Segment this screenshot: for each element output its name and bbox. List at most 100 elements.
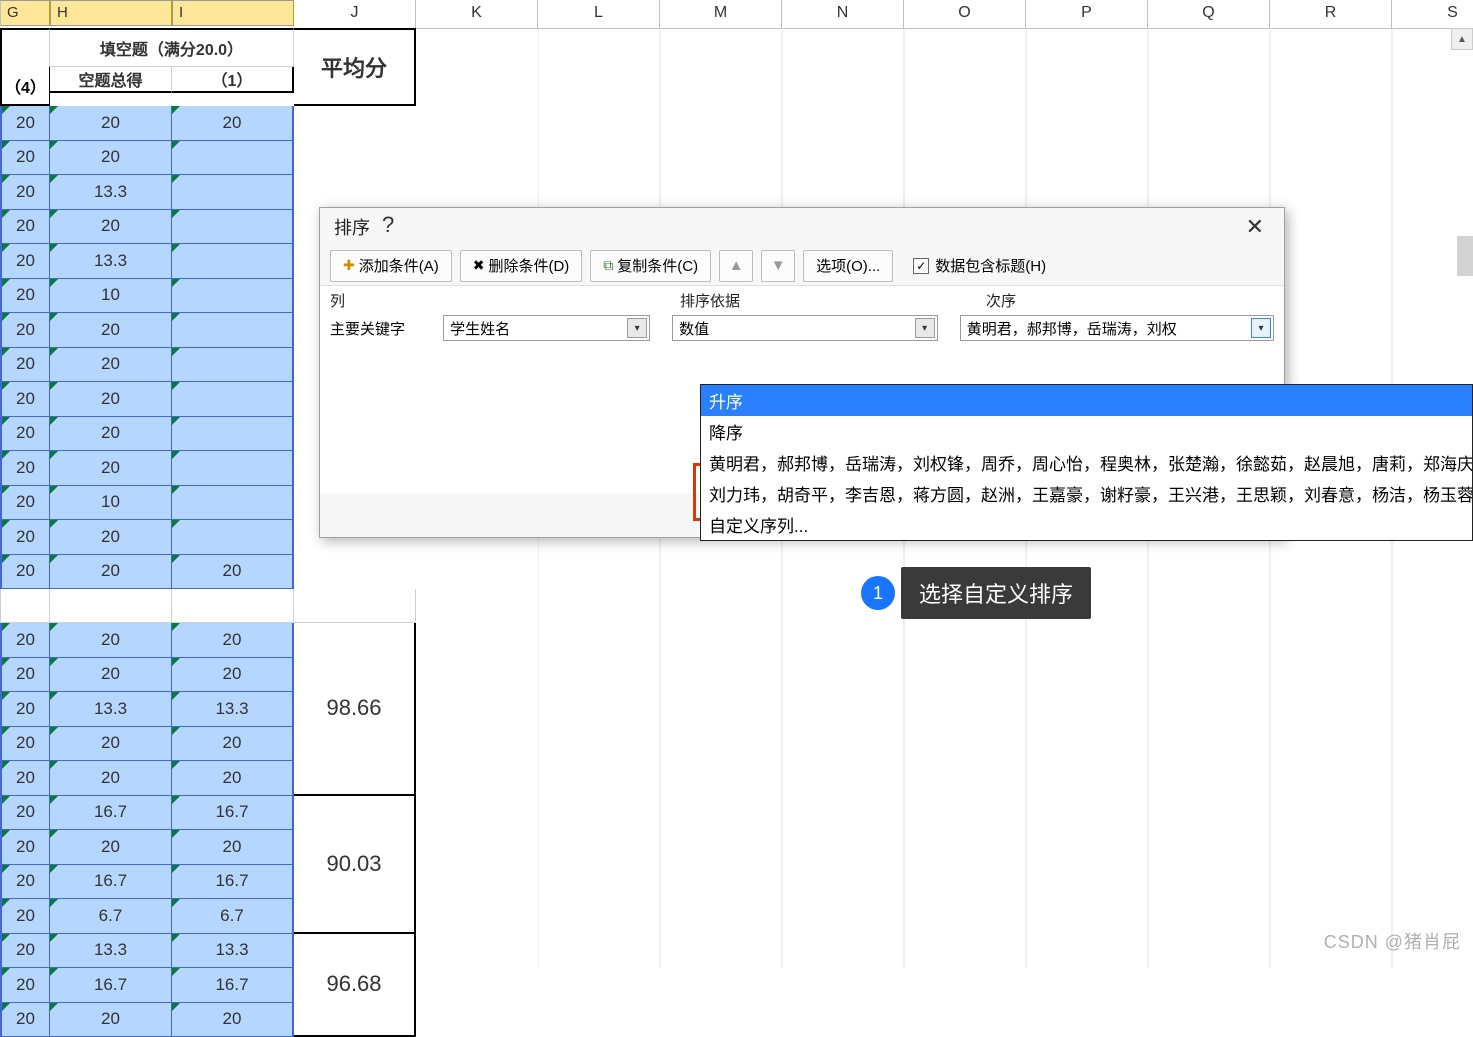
cell[interactable]: 20	[0, 968, 50, 1003]
col-header-l[interactable]: L	[538, 0, 660, 28]
cell[interactable]: 20	[172, 623, 294, 658]
cell[interactable]: 20	[50, 313, 172, 348]
cell[interactable]	[172, 520, 294, 555]
cell[interactable]: 13.3	[50, 692, 172, 727]
cell[interactable]: 20	[0, 830, 50, 865]
cell[interactable]: 16.7	[172, 865, 294, 900]
header-fill-title[interactable]: 填空题（满分20.0）	[50, 28, 294, 67]
cell[interactable]: 20	[172, 761, 294, 796]
cell[interactable]: 20	[50, 451, 172, 486]
cell[interactable]: 20	[0, 348, 50, 383]
cell[interactable]: 16.7	[172, 796, 294, 831]
cell[interactable]: 20	[172, 727, 294, 762]
cell[interactable]: 20	[0, 761, 50, 796]
cell[interactable]: 6.7	[50, 899, 172, 934]
cell[interactable]: 20	[50, 417, 172, 452]
cell[interactable]	[172, 348, 294, 383]
cell[interactable]: 20	[50, 623, 172, 658]
cell[interactable]: 13.3	[50, 934, 172, 969]
cell[interactable]: 20	[50, 761, 172, 796]
add-condition-button[interactable]: ✚添加条件(A)	[330, 250, 452, 282]
cell[interactable]: 20	[0, 692, 50, 727]
header-avg[interactable]: 平均分	[294, 28, 416, 106]
order-dropdown[interactable]: 升序 降序 黄明君，郝邦博，岳瑞涛，刘权锋，周乔，周心怡，程奥林，张楚瀚，徐懿茹…	[700, 384, 1473, 541]
cell[interactable]	[172, 451, 294, 486]
cell[interactable]	[172, 210, 294, 245]
cell[interactable]: 20	[172, 555, 294, 590]
avg-cell[interactable]: 90.03	[294, 796, 416, 934]
copy-condition-button[interactable]: ⧉复制条件(C)	[590, 250, 711, 282]
col-header-m[interactable]: M	[660, 0, 782, 28]
cell[interactable]: 13.3	[172, 934, 294, 969]
cell[interactable]	[172, 279, 294, 314]
cell[interactable]	[172, 141, 294, 176]
cell[interactable]: 10	[50, 279, 172, 314]
cell[interactable]: 20	[50, 658, 172, 693]
cell[interactable]: 20	[0, 106, 50, 141]
cell[interactable]: 20	[50, 520, 172, 555]
cell[interactable]: 20	[0, 486, 50, 521]
cell[interactable]: 13.3	[172, 692, 294, 727]
cell[interactable]: 20	[0, 555, 50, 590]
cell[interactable]	[172, 175, 294, 210]
cell[interactable]: 16.7	[172, 968, 294, 1003]
cell[interactable]: 20	[0, 382, 50, 417]
column-select[interactable]: 学生姓名▾	[443, 315, 650, 341]
cell[interactable]: 20	[0, 210, 50, 245]
cell[interactable]: 20	[0, 417, 50, 452]
col-header-k[interactable]: K	[416, 0, 538, 28]
dropdown-item-asc[interactable]: 升序	[701, 385, 1472, 416]
cell[interactable]: 20	[0, 520, 50, 555]
header-sub1[interactable]: 空题总得	[50, 67, 172, 93]
cell[interactable]: 16.7	[50, 796, 172, 831]
cell[interactable]	[172, 486, 294, 521]
cell[interactable]: 16.7	[50, 968, 172, 1003]
cell[interactable]: 20	[50, 1003, 172, 1037]
dropdown-item-custom2[interactable]: 刘力玮，胡奇平，李吉恩，蒋方圆，赵洲，王嘉豪，谢籽豪，王兴港，王思颖，刘春意，杨…	[701, 478, 1472, 509]
scrollbar-thumb[interactable]	[1457, 236, 1473, 276]
cell[interactable]: 20	[50, 727, 172, 762]
delete-condition-button[interactable]: ✖删除条件(D)	[460, 250, 583, 282]
cell[interactable]: 20	[0, 244, 50, 279]
cell[interactable]	[172, 313, 294, 348]
cell[interactable]: 13.3	[50, 244, 172, 279]
cell[interactable]	[172, 382, 294, 417]
cell[interactable]	[172, 417, 294, 452]
col-header-o[interactable]: O	[904, 0, 1026, 28]
scroll-up-button[interactable]: ▲	[1451, 28, 1473, 50]
avg-cell[interactable]: 96.68	[294, 934, 416, 1037]
cell[interactable]: 20	[172, 1003, 294, 1037]
basis-select[interactable]: 数值▾	[672, 315, 938, 341]
cell[interactable]: 20	[50, 348, 172, 383]
options-button[interactable]: 选项(O)...	[803, 250, 893, 282]
col-header-r[interactable]: R	[1270, 0, 1392, 28]
header-sub0[interactable]: （4）	[0, 67, 50, 106]
cell[interactable]: 10	[50, 486, 172, 521]
cell[interactable]: 13.3	[50, 175, 172, 210]
avg-cell[interactable]: 98.66	[294, 623, 416, 796]
dropdown-item-customlist[interactable]: 自定义序列...	[701, 509, 1472, 540]
cell[interactable]: 20	[0, 279, 50, 314]
col-header-j[interactable]: J	[294, 0, 416, 28]
col-header-s[interactable]: S	[1392, 0, 1473, 28]
col-header-h[interactable]: H	[50, 0, 172, 26]
cell[interactable]: 20	[50, 382, 172, 417]
col-header-i[interactable]: I	[172, 0, 294, 26]
help-button[interactable]: ?	[370, 212, 406, 238]
cell[interactable]: 20	[50, 830, 172, 865]
has-header-checkbox[interactable]: ✓ 数据包含标题(H)	[913, 255, 1046, 276]
cell[interactable]: 20	[0, 623, 50, 658]
cell[interactable]: 6.7	[172, 899, 294, 934]
cell[interactable]: 20	[0, 1003, 50, 1037]
dropdown-item-custom1[interactable]: 黄明君，郝邦博，岳瑞涛，刘权锋，周乔，周心怡，程奥林，张楚瀚，徐懿茹，赵晨旭，唐…	[701, 447, 1472, 478]
cell[interactable]: 20	[50, 141, 172, 176]
cell[interactable]: 20	[0, 796, 50, 831]
header-sub2[interactable]: （1）	[172, 67, 294, 93]
cell[interactable]: 20	[172, 658, 294, 693]
close-button[interactable]: ✕	[1240, 214, 1270, 240]
cell[interactable]: 20	[172, 830, 294, 865]
dialog-titlebar[interactable]: 排序 ? ✕	[320, 208, 1284, 246]
cell[interactable]: 20	[50, 555, 172, 590]
cell[interactable]: 20	[50, 106, 172, 141]
col-header-n[interactable]: N	[782, 0, 904, 28]
